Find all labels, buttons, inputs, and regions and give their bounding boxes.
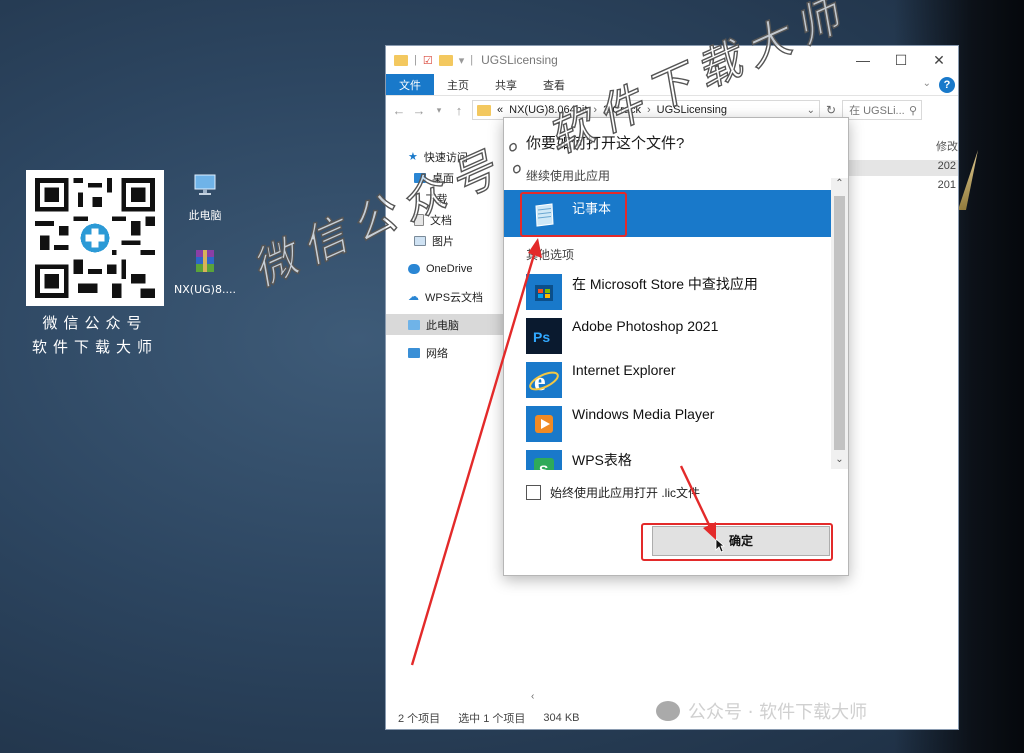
up-arrow-icon[interactable]: ↑	[452, 103, 466, 118]
app-name: Windows Media Player	[572, 406, 715, 422]
app-option-wps-spreadsheet[interactable]: S WPS表格	[504, 448, 833, 470]
selected-count: 选中 1 个项目	[458, 713, 526, 725]
search-placeholder: 在 UGSLi...	[849, 105, 905, 117]
computer-icon	[408, 319, 420, 330]
media-player-icon	[526, 406, 562, 442]
svg-text:Ps: Ps	[533, 329, 550, 345]
svg-text:S: S	[539, 462, 548, 470]
desktop-icon-label: NX(UG)8....	[174, 283, 236, 296]
app-option-windows-media-player[interactable]: Windows Media Player	[504, 404, 833, 448]
file-row[interactable]: 201	[848, 179, 958, 195]
chevron-up-icon[interactable]: ⌃	[831, 178, 848, 189]
internet-explorer-icon: e	[526, 362, 562, 398]
computer-icon	[194, 174, 216, 195]
maximize-button[interactable]: ☐	[882, 52, 920, 69]
search-icon: ⚲	[909, 104, 918, 117]
winrar-archive-icon	[196, 250, 214, 272]
qr-code	[26, 170, 164, 306]
back-arrow-icon[interactable]: ←	[392, 103, 406, 118]
nav-item-onedrive[interactable]: OneDrive	[386, 258, 506, 279]
photoshop-icon: Ps	[526, 318, 562, 354]
help-icon[interactable]: ?	[939, 77, 955, 93]
desktop-icon-this-pc[interactable]: 此电脑	[170, 172, 240, 223]
search-input[interactable]: 在 UGSLi... ⚲	[842, 100, 923, 120]
onedrive-icon	[408, 263, 420, 274]
other-options-label: 其他选项	[526, 248, 575, 262]
chevron-down-icon[interactable]: ⌄	[831, 454, 848, 465]
tab-file[interactable]: 文件	[386, 74, 434, 95]
minimize-button[interactable]: —	[844, 52, 882, 69]
separator: |	[414, 54, 417, 66]
breadcrumb-prefix: «	[497, 104, 504, 116]
chevron-down-icon[interactable]: ▾	[459, 54, 465, 67]
app-name: Adobe Photoshop 2021	[572, 318, 719, 334]
refresh-icon[interactable]: ↻	[826, 103, 836, 117]
close-button[interactable]: ✕	[920, 52, 958, 69]
svg-text:e: e	[534, 367, 546, 396]
recent-locations-icon[interactable]: ▾	[432, 105, 446, 116]
picture-icon	[414, 235, 426, 246]
vertical-scrollbar[interactable]: ⌃ ⌄	[831, 178, 848, 469]
forward-arrow-icon[interactable]: →	[412, 103, 426, 118]
properties-icon[interactable]: ☑	[423, 54, 433, 67]
microsoft-store-icon	[526, 274, 562, 310]
wps-cloud-icon: ☁	[408, 291, 419, 303]
tab-home[interactable]: 主页	[434, 74, 482, 95]
selected-size: 304 KB	[543, 712, 580, 724]
separator: |	[470, 54, 474, 66]
chevron-left-icon[interactable]: ‹	[531, 691, 534, 702]
desktop-icon-label: 此电脑	[188, 209, 222, 222]
item-count: 2 个项目	[398, 713, 441, 725]
watermark-bottom: 公众号 · 软件下载大师	[656, 698, 867, 724]
always-use-checkbox[interactable]	[526, 485, 541, 500]
open-with-dialog: 你要如何打开这个文件? 继续使用此应用 记事本 其他选项 在 Microsoft…	[503, 117, 849, 576]
qr-caption-line2: 软件下载大师	[31, 338, 158, 356]
wps-spreadsheet-icon: S	[526, 450, 562, 470]
scrollbar-thumb[interactable]	[834, 196, 845, 450]
app-name: WPS表格	[572, 452, 632, 468]
quick-access-toolbar: | ☑ ▾ |	[394, 54, 473, 67]
wechat-logo-icon	[656, 701, 680, 721]
folder-icon	[477, 104, 491, 116]
folder-icon	[394, 54, 408, 66]
nav-item-network[interactable]: 网络	[386, 342, 506, 363]
column-header-modified[interactable]: 修改	[936, 138, 958, 154]
watermark-bottom-text: 公众号 · 软件下载大师	[688, 702, 868, 723]
tab-share[interactable]: 共享	[482, 74, 530, 95]
window-title: UGSLicensing	[481, 53, 558, 67]
highlight-notepad	[520, 192, 627, 237]
nav-item-wps-cloud[interactable]: ☁ WPS云文档	[386, 286, 506, 307]
file-row[interactable]: 202	[848, 160, 958, 176]
always-use-option[interactable]: 始终使用此应用打开 .lic文件	[526, 484, 700, 501]
chevron-down-icon[interactable]: ⌄	[807, 105, 815, 116]
desktop-icon-archive[interactable]: NX(UG)8....	[170, 248, 240, 296]
app-name: 在 Microsoft Store 中查找应用	[572, 276, 758, 292]
app-name: Internet Explorer	[572, 362, 676, 378]
expand-ribbon-icon[interactable]: ⌄	[915, 74, 939, 95]
qr-caption-line1: 微信公众号	[42, 314, 148, 332]
network-icon	[408, 347, 420, 358]
new-folder-icon[interactable]	[438, 54, 453, 66]
app-option-photoshop[interactable]: Ps Adobe Photoshop 2021	[504, 316, 833, 360]
app-option-internet-explorer[interactable]: e Internet Explorer	[504, 360, 833, 404]
app-option-microsoft-store[interactable]: 在 Microsoft Store 中查找应用	[504, 272, 833, 316]
highlight-ok-button	[641, 523, 833, 561]
always-use-label: 始终使用此应用打开 .lic文件	[550, 486, 701, 500]
nav-item-this-pc[interactable]: 此电脑	[386, 314, 506, 335]
